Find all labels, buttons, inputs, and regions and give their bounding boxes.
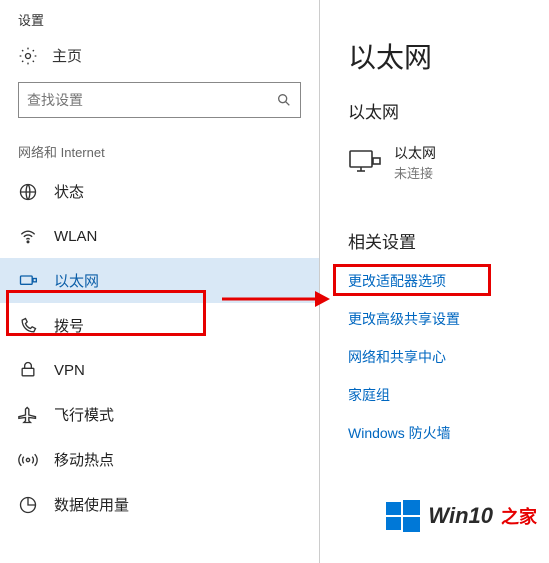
hotspot-icon [18, 450, 38, 470]
home-button[interactable]: 主页 [0, 35, 319, 76]
ethernet-status-text: 未连接 [394, 163, 436, 182]
watermark: Win10 之家 [386, 499, 537, 533]
sidebar-item-label: 状态 [54, 181, 84, 202]
sidebar-item-wlan[interactable]: WLAN [0, 214, 319, 258]
sidebar-item-airplane[interactable]: 飞行模式 [0, 392, 319, 437]
search-input[interactable] [27, 92, 276, 108]
link-homegroup[interactable]: 家庭组 [348, 367, 549, 405]
search-input-container[interactable] [18, 82, 301, 118]
link-network-sharing-center[interactable]: 网络和共享中心 [348, 329, 549, 367]
sidebar-item-status[interactable]: 状态 [0, 169, 319, 214]
search-icon [276, 92, 292, 108]
watermark-text-b: 之家 [501, 503, 537, 529]
ethernet-status-item[interactable]: 以太网 未连接 [348, 123, 549, 182]
app-title: 设置 [0, 0, 319, 35]
link-advanced-sharing[interactable]: 更改高级共享设置 [348, 291, 549, 329]
monitor-icon [348, 148, 382, 178]
sidebar-item-datausage[interactable]: 数据使用量 [0, 482, 319, 527]
link-adapter-options[interactable]: 更改适配器选项 [348, 253, 549, 291]
sidebar-item-label: 以太网 [54, 270, 99, 291]
ethernet-name: 以太网 [394, 143, 436, 163]
home-label: 主页 [52, 45, 82, 66]
page-subtitle: 以太网 [348, 76, 549, 123]
datausage-icon [18, 495, 38, 515]
ethernet-icon [18, 271, 38, 291]
sidebar-item-label: 数据使用量 [54, 494, 129, 515]
sidebar-item-label: VPN [54, 362, 85, 379]
sidebar-item-label: WLAN [54, 228, 97, 245]
section-label: 网络和 Internet [0, 118, 319, 169]
vpn-icon [18, 360, 38, 380]
link-windows-firewall[interactable]: Windows 防火墙 [348, 405, 549, 443]
sidebar-item-hotspot[interactable]: 移动热点 [0, 437, 319, 482]
sidebar-item-label: 移动热点 [54, 449, 114, 470]
sidebar-item-vpn[interactable]: VPN [0, 348, 319, 392]
wifi-icon [18, 226, 38, 246]
status-icon [18, 182, 38, 202]
gear-icon [18, 46, 38, 66]
page-title: 以太网 [348, 0, 549, 76]
sidebar-item-label: 拨号 [54, 315, 84, 336]
airplane-icon [18, 405, 38, 425]
dialup-icon [18, 316, 38, 336]
annotation-arrow-icon [220, 284, 330, 314]
sidebar-item-label: 飞行模式 [54, 404, 114, 425]
windows-logo-icon [386, 499, 420, 533]
watermark-text-a: Win10 [428, 503, 493, 529]
related-settings-title: 相关设置 [348, 182, 549, 253]
